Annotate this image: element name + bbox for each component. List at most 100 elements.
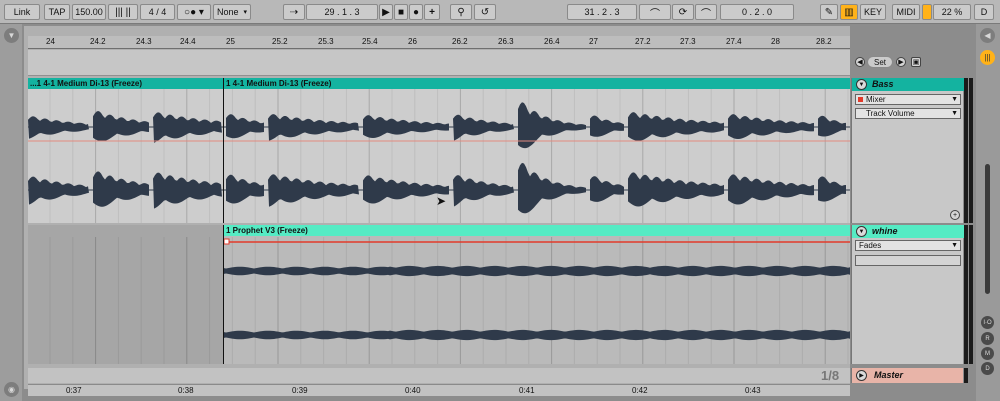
device-chooser-value: Mixer [866, 95, 886, 104]
punch-out-icon[interactable]: ⌒ [695, 4, 717, 20]
link-button[interactable]: Link [4, 4, 40, 20]
mixer-toggle-button[interactable]: M [981, 347, 994, 360]
whine-track-lane[interactable]: 1 Prophet V3 (Freeze) [28, 225, 850, 364]
cpu-indicator-icon [922, 4, 932, 20]
returns-toggle-button[interactable]: R [981, 332, 994, 345]
ruler-label: 25.2 [272, 37, 288, 46]
ruler-label: 25.3 [318, 37, 334, 46]
track-name[interactable]: whine [852, 225, 964, 238]
play-icon[interactable]: ▶ [379, 4, 393, 20]
clip-boundary [223, 78, 224, 223]
track-name[interactable]: Master [874, 370, 903, 380]
loop-start-field[interactable]: 31 . 2 . 3 [567, 4, 637, 20]
clip-title[interactable]: 1 4-1 Medium Di-13 (Freeze) [224, 78, 850, 89]
ruler-label: 26.3 [498, 37, 514, 46]
time-label: 0:43 [745, 386, 761, 395]
ruler-label: 24.4 [180, 37, 196, 46]
ruler-label: 27.3 [680, 37, 696, 46]
tap-button[interactable]: TAP [44, 4, 70, 20]
chevron-down-icon: ▼ [951, 96, 958, 103]
master-track-row: 1/8 ▶ Master [28, 368, 968, 383]
chevron-down-icon: ▼ [951, 242, 958, 249]
set-locator-button[interactable]: Set [867, 56, 893, 68]
track-fold-icon[interactable]: ▼ [856, 226, 867, 237]
master-lane[interactable] [28, 368, 850, 383]
disk-overload-indicator: D [974, 4, 994, 20]
beat-time-ruler[interactable]: 24 24.2 24.3 24.4 25 25.2 25.3 25.4 26 2… [28, 36, 850, 49]
automation-arm-icon[interactable]: ⚲ [450, 4, 472, 20]
scrub-area[interactable] [28, 50, 850, 76]
quantization-select[interactable]: None ▾ [213, 4, 251, 20]
time-label: 0:41 [519, 386, 535, 395]
record-icon[interactable]: ● [409, 4, 423, 20]
device-chooser[interactable]: Mixer ▼ [855, 94, 961, 105]
ruler-label: 28.2 [816, 37, 832, 46]
cpu-load: 22 % [933, 4, 971, 20]
ruler-label: 26 [408, 37, 417, 46]
ruler-label: 24 [46, 37, 55, 46]
stop-icon[interactable]: ■ [394, 4, 408, 20]
bass-level-meter-r [969, 78, 973, 223]
track-name[interactable]: Bass [852, 78, 964, 91]
clip-title[interactable]: 1 Prophet V3 (Freeze) [224, 225, 850, 236]
transport-bar: Link TAP 150.00 ||| || 4 / 4 ○● ▾ None ▾… [0, 0, 1000, 24]
track-fold-icon[interactable]: ▼ [856, 79, 867, 90]
page-indicator: 1/8 [821, 368, 840, 383]
locator-controls: ◀ Set ▶ ▣ [851, 54, 963, 70]
mouse-cursor-icon: ➤ [436, 194, 447, 208]
metronome-icon[interactable]: ○● ▾ [177, 4, 211, 20]
tempo-field[interactable]: 150.00 [72, 4, 106, 20]
track-fold-icon[interactable]: ▶ [856, 370, 867, 381]
quantization-value: None [217, 7, 239, 17]
master-header: ▶ Master [851, 368, 963, 383]
whine-level-meter [964, 225, 968, 364]
ruler-label: 25 [226, 37, 235, 46]
midi-map-button[interactable]: MIDI [892, 4, 920, 20]
time-label: 0:38 [178, 386, 194, 395]
ruler-label: 24.2 [90, 37, 106, 46]
browser-toggle-icon[interactable]: ▼ [4, 28, 19, 43]
device-chooser[interactable]: Fades ▼ [855, 240, 961, 251]
time-signature-field[interactable]: 4 / 4 [140, 4, 175, 20]
ruler-label: 27 [589, 37, 598, 46]
overview-toggle-icon[interactable]: ◉ [4, 382, 19, 397]
parameter-chooser-empty[interactable] [855, 255, 961, 266]
loop-switch-icon[interactable]: ⟳ [672, 4, 694, 20]
save-icon[interactable]: ▣ [911, 57, 921, 67]
io-toggle-button[interactable]: I·O [981, 316, 994, 329]
loop-back-icon[interactable]: ↺ [474, 4, 496, 20]
whine-level-meter-r [969, 225, 973, 364]
nudge-icon[interactable]: ||| || [108, 4, 138, 20]
ruler-label: 28 [771, 37, 780, 46]
vertical-scrollbar[interactable] [985, 164, 990, 294]
computer-midi-keyboard-icon[interactable]: ▥ [840, 4, 858, 20]
draw-mode-icon[interactable]: ✎ [820, 4, 838, 20]
loop-length-field[interactable]: 0 . 2 . 0 [720, 4, 794, 20]
delay-toggle-button[interactable]: D [981, 362, 994, 375]
follow-icon[interactable]: ⇢ [283, 4, 305, 20]
add-automation-lane-icon[interactable]: + [950, 210, 960, 220]
session-view-toggle-icon[interactable]: ||| [980, 50, 995, 65]
device-indicator-icon [858, 97, 863, 102]
clip-boundary [223, 225, 224, 364]
chevron-down-icon: ▾ [243, 9, 247, 16]
bass-track-header: Bass ▼ Mixer ▼ Track Volume ▼ + [851, 78, 964, 223]
bass-level-meter [964, 78, 968, 223]
time-label: 0:42 [632, 386, 648, 395]
previous-locator-icon[interactable]: ◀ [855, 57, 865, 67]
punch-in-icon[interactable]: ⌒ [639, 4, 671, 20]
ruler-label: 27.2 [635, 37, 651, 46]
key-map-button[interactable]: KEY [860, 4, 886, 20]
settings-view-toggle-icon[interactable]: ◀ [980, 28, 995, 43]
whine-waveform [49, 237, 850, 364]
ruler-label: 25.4 [362, 37, 378, 46]
next-locator-icon[interactable]: ▶ [896, 57, 906, 67]
ruler-label: 24.3 [136, 37, 152, 46]
seconds-time-ruler[interactable]: 0:37 0:38 0:39 0:40 0:41 0:42 0:43 [28, 384, 850, 396]
overdub-icon[interactable]: + [424, 4, 440, 20]
arrangement-position-field[interactable]: 29 . 1 . 3 [306, 4, 378, 20]
parameter-chooser[interactable]: Track Volume ▼ [855, 108, 961, 119]
clip-title[interactable]: ...1 4-1 Medium Di-13 (Freeze) [28, 78, 223, 89]
left-browser-strip: ▼ ◉ [0, 24, 22, 401]
ruler-label: 26.2 [452, 37, 468, 46]
